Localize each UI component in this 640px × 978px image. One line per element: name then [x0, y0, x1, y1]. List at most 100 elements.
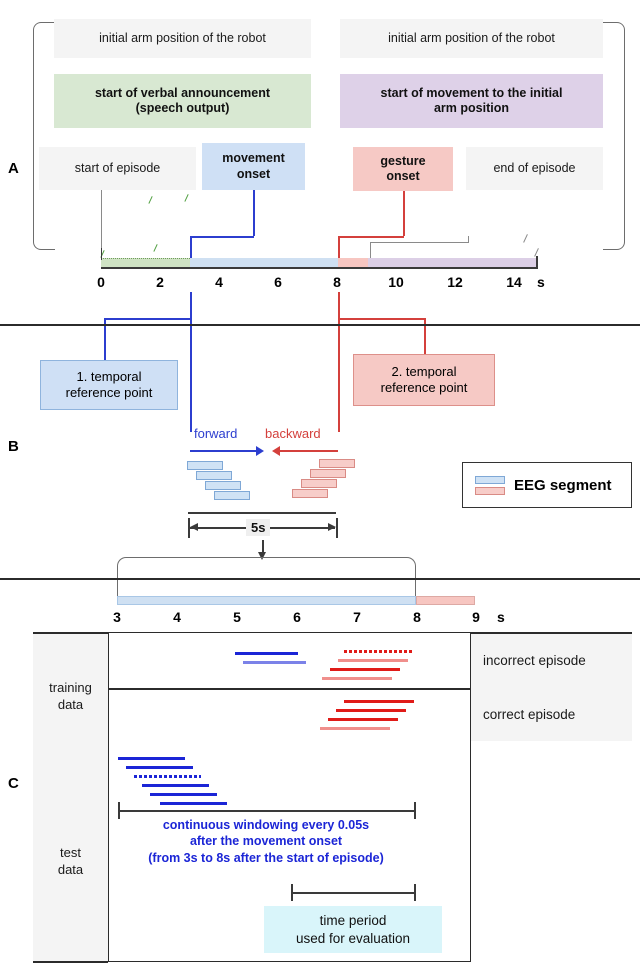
- axis-c-tick-8: 8: [413, 609, 421, 625]
- ref2-line2: reference point: [380, 380, 468, 395]
- connector-end-episode-tick-1: [523, 234, 529, 243]
- axis-a-tick-8: 8: [333, 274, 341, 290]
- panel-c-top-rule-right: [471, 632, 632, 634]
- connector-movement-onset: [253, 190, 255, 236]
- box-initial-arm-left: initial arm position of the robot: [54, 19, 311, 58]
- connector-return-v-right: [468, 236, 470, 243]
- axis-c-tick-3: 3: [113, 609, 121, 625]
- train-correct-red-4: [320, 727, 390, 730]
- eeg-segment-blue-4: [214, 491, 250, 500]
- arrow-backward-shaft: [280, 450, 338, 452]
- axis-a-tick-4: 4: [215, 274, 223, 290]
- box-gesture-onset: gesture onset: [353, 147, 453, 191]
- label-test-data: test data: [33, 761, 108, 962]
- divider-a-b: [0, 324, 640, 326]
- test-line2: data: [57, 861, 84, 877]
- panel-letter-c: C: [8, 775, 20, 792]
- ref1-line2: reference point: [65, 385, 153, 400]
- test-blue-1: [118, 757, 185, 760]
- timeline-start-cap: [101, 248, 103, 260]
- axis-c-tick-9: 9: [472, 609, 480, 625]
- axis-c-unit: s: [497, 609, 505, 625]
- axis-c-tick-6: 6: [293, 609, 301, 625]
- legend-label-eeg-segment: EEG segment: [514, 476, 612, 494]
- test-blue-6: [160, 802, 227, 805]
- box-speech-announcement: start of verbal announcement (speech out…: [54, 74, 311, 128]
- eeg-segment-blue-1: [187, 461, 223, 470]
- box-move-init-line1: start of movement to the initial: [380, 85, 563, 100]
- gesture-onset-line1: gesture: [380, 153, 426, 168]
- test-blue-4: [142, 784, 209, 787]
- train-incorrect-red-2: [338, 659, 408, 662]
- timeline-segment-movement: [190, 258, 338, 267]
- axis-c-tick-5: 5: [233, 609, 241, 625]
- annotation-continuous-windowing: continuous windowing every 0.05s after t…: [108, 817, 424, 866]
- legend-eeg-segment: EEG segment: [462, 462, 632, 508]
- test-blue-2: [126, 766, 193, 769]
- annotation-line2: after the movement onset: [189, 834, 343, 849]
- axis-c-tick-7: 7: [353, 609, 361, 625]
- panel-a-right-brace: [603, 22, 625, 250]
- axis-a-tick-2: 2: [156, 274, 164, 290]
- ref1-line1: 1. temporal: [76, 368, 142, 384]
- axis-a-tick-14: 14: [506, 274, 522, 290]
- measure-top-rule: [188, 512, 336, 514]
- box-speech-line2: (speech output): [135, 101, 230, 115]
- connector-movement-onset-h: [190, 236, 254, 238]
- refline-red-from-timeline: [338, 292, 340, 432]
- annotation-line1: continuous windowing every 0.05s: [162, 818, 370, 832]
- divider-b-c: [0, 578, 640, 580]
- label-backward: backward: [265, 426, 321, 441]
- train-correct-red-2: [336, 709, 406, 712]
- incorrect-episode-text: incorrect episode: [483, 652, 586, 668]
- connector-speech-tick-3: [153, 244, 159, 252]
- panel-c-divider-incorrect-correct: [108, 688, 471, 690]
- test-line1: test: [60, 844, 81, 860]
- eval-rule: [291, 892, 415, 894]
- panel-c-bottom-rule-left: [33, 961, 108, 963]
- test-blue-5: [150, 793, 217, 796]
- box-start-of-episode: start of episode: [39, 147, 196, 190]
- box-initial-arm-right: initial arm position of the robot: [340, 19, 603, 58]
- connector-speech-tick-1: [148, 196, 154, 204]
- axis-a-tick-6: 6: [274, 274, 282, 290]
- label-incorrect-episode: incorrect episode: [471, 632, 632, 688]
- box-end-of-episode: end of episode: [466, 147, 603, 190]
- test-blue-3: [134, 775, 201, 778]
- box-evaluation-period: time period used for evaluation: [264, 906, 442, 953]
- legend-swatches: [475, 475, 505, 495]
- train-incorrect-blue-1: [235, 652, 298, 655]
- movement-onset-line1: movement: [222, 151, 285, 166]
- eeg-segment-red-4: [319, 459, 355, 468]
- axis-a-tick-10: 10: [388, 274, 404, 290]
- box-move-init-line2: arm position: [433, 101, 509, 115]
- arrow-backward-head: [272, 446, 280, 456]
- connector-return-h: [370, 242, 469, 244]
- box-temporal-reference-2: 2. temporal reference point: [353, 354, 495, 406]
- train-incorrect-red-3: [330, 668, 400, 671]
- annotation-line3: (from 3s to 8s after the start of episod…: [148, 850, 384, 865]
- timeline-segment-return: [368, 258, 536, 267]
- windowing-rule: [118, 810, 415, 812]
- timeline-segment-gesture: [338, 258, 368, 267]
- train-incorrect-red-1: [344, 650, 414, 653]
- eval-line1: time period: [319, 912, 387, 928]
- axis-a-tick-0: 0: [97, 274, 105, 290]
- refline-blue-from-timeline: [190, 292, 192, 432]
- eeg-segment-blue-2: [196, 471, 232, 480]
- label-correct-episode: correct episode: [471, 688, 632, 741]
- connector-gesture-onset-h: [338, 236, 404, 238]
- box-temporal-reference-1: 1. temporal reference point: [40, 360, 178, 410]
- refline-red-h: [338, 318, 425, 320]
- eeg-segment-red-2: [301, 479, 337, 488]
- axis-a-unit: s: [537, 274, 545, 290]
- timeline-segment-speech: [101, 258, 190, 267]
- panel-c-span-brace: [117, 557, 416, 597]
- train-correct-red-1: [344, 700, 414, 703]
- measure-arrow-head-right: [328, 523, 336, 531]
- panel-letter-a: A: [8, 160, 20, 177]
- training-line1: training: [49, 679, 92, 695]
- panel-letter-b: B: [8, 438, 20, 455]
- figure-root: A initial arm position of the robot init…: [0, 0, 640, 978]
- axis-a-tick-12: 12: [447, 274, 463, 290]
